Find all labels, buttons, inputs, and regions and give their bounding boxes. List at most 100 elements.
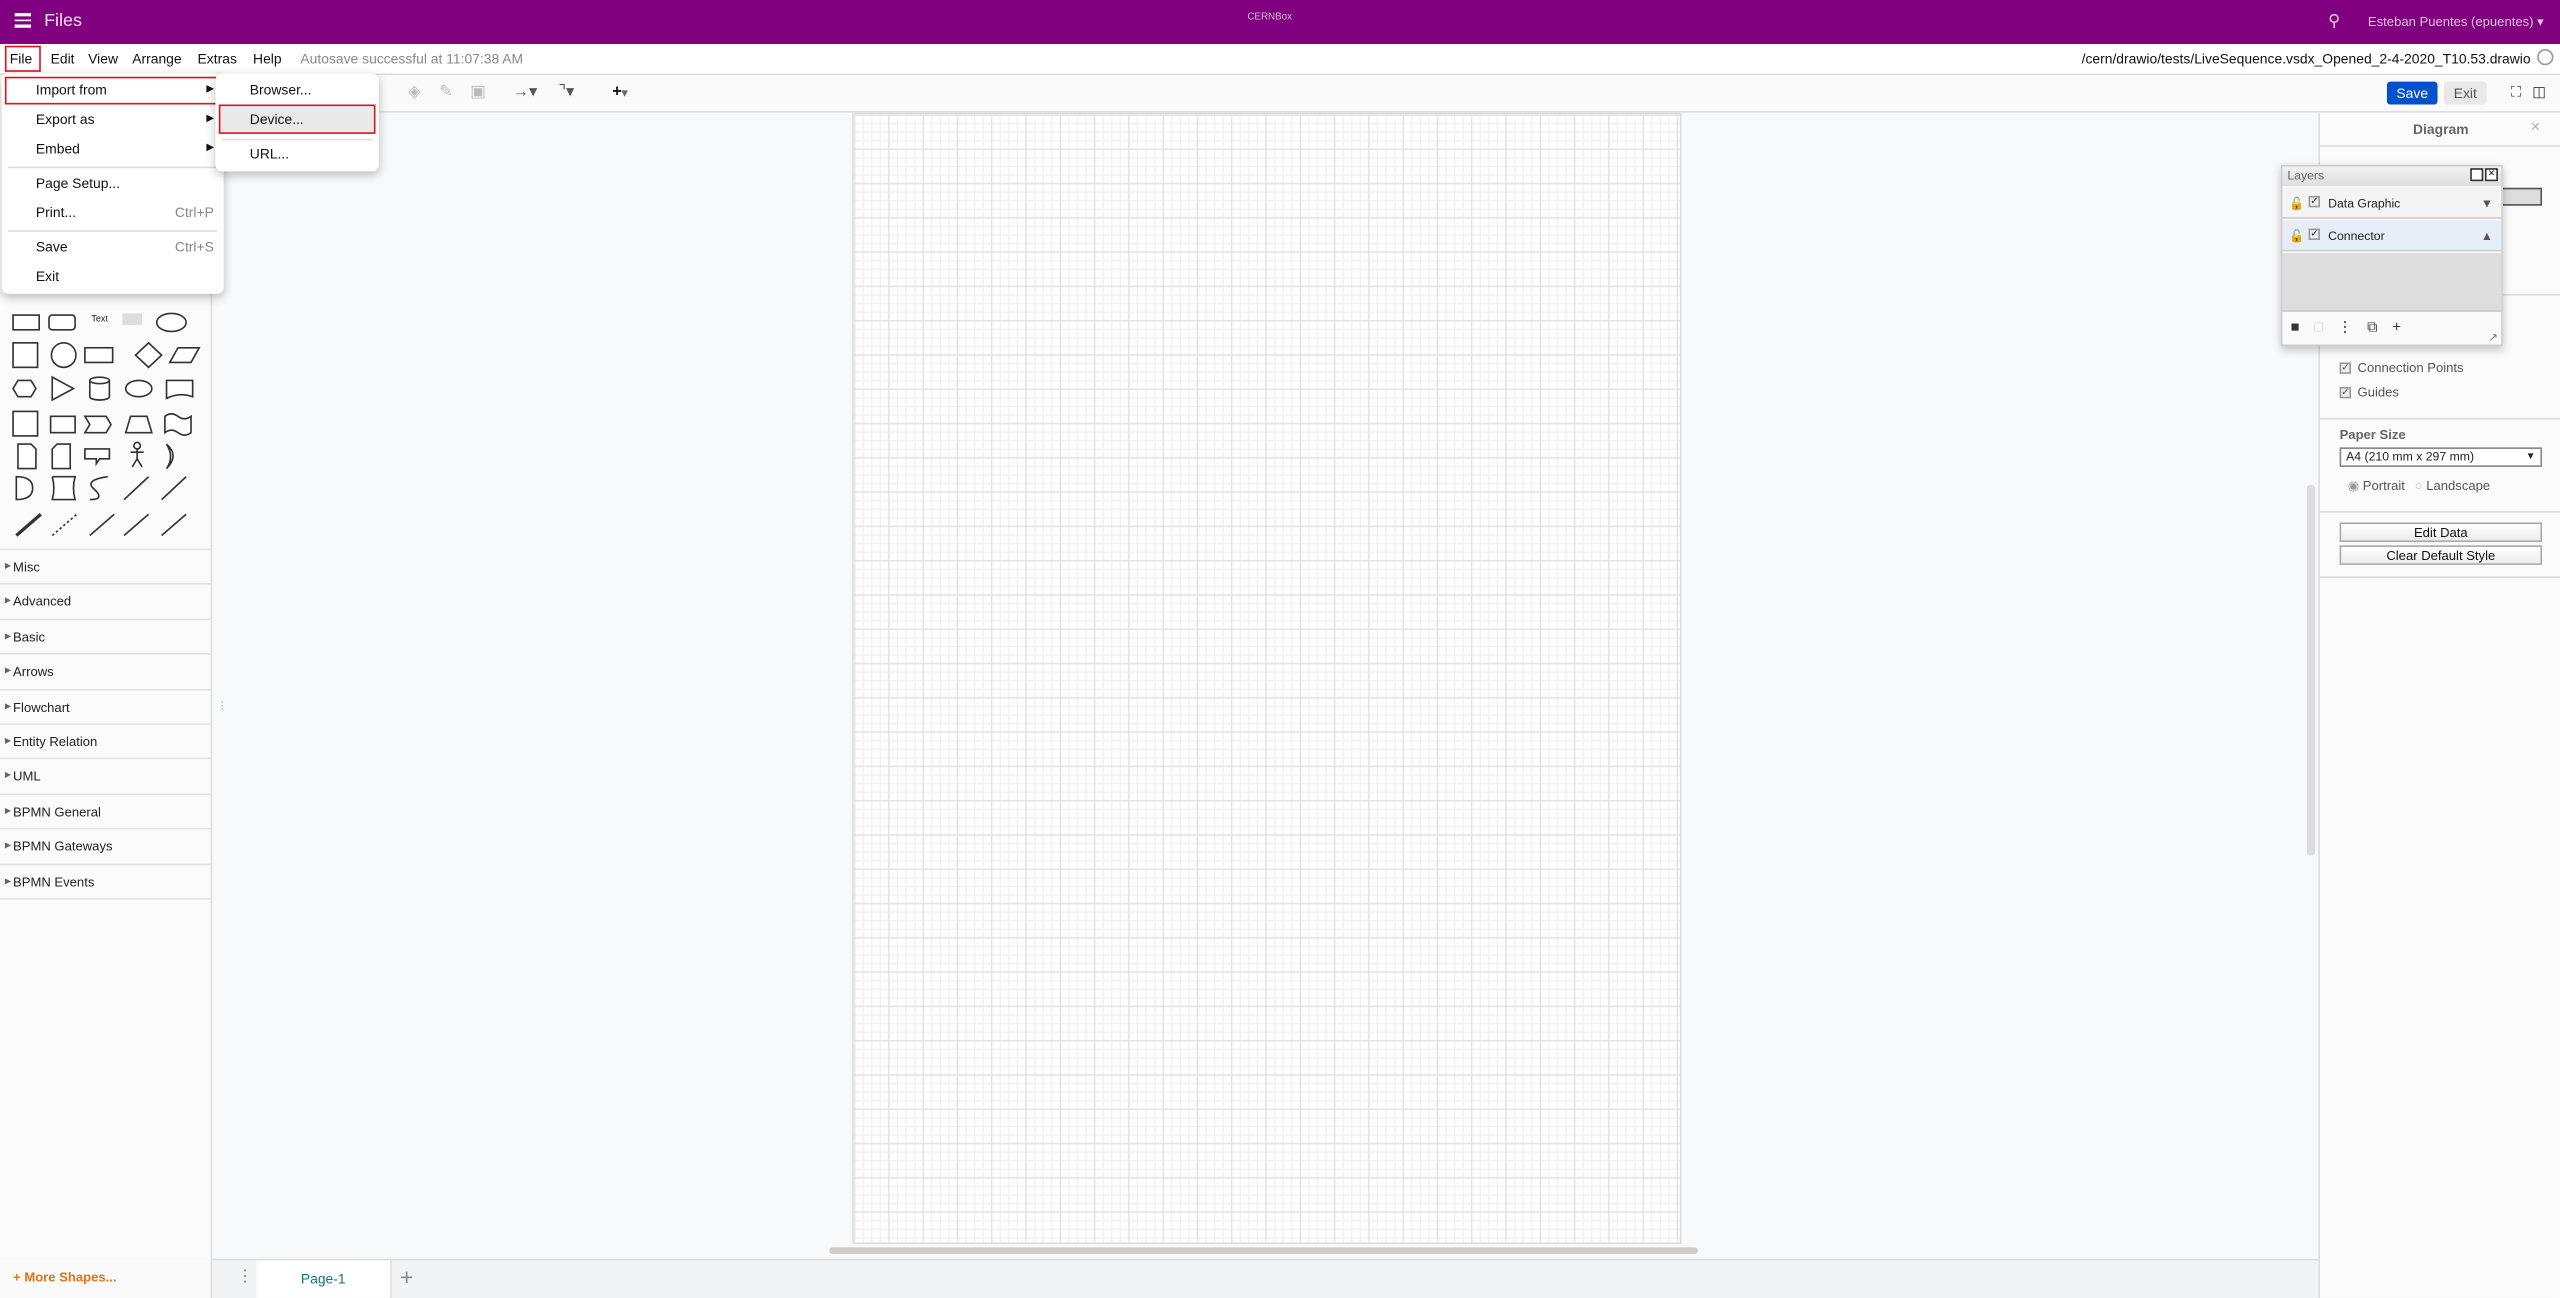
user-menu[interactable]: Esteban Puentes (epuentes) ▾ [2368,15,2544,30]
palette-label: Entity Relation [13,734,98,750]
clear-default-style-button[interactable]: Clear Default Style [2339,545,2543,565]
waypoints-icon[interactable]: ⌝▾ [558,83,574,101]
label: Connection Points [2357,360,2464,376]
insert-plus-icon[interactable]: +▾ [612,83,627,101]
save-button[interactable]: Save [2386,81,2438,105]
menu-item-save[interactable]: Save Ctrl+S [2,233,224,261]
delay-shape [15,475,34,501]
label: Portrait [2362,478,2405,494]
heading-shape [122,313,143,325]
more-options-icon[interactable]: ⋮ [2338,318,2367,334]
palette-label: Advanced [13,594,72,610]
menu-item-page-setup[interactable]: Page Setup... [2,170,224,198]
duplicate-icon[interactable]: ⧉ [2367,318,2392,334]
page-tab[interactable]: Page-1 [256,1260,392,1298]
divider [2319,511,2560,513]
menu-help[interactable]: Help [253,51,282,67]
globe-icon[interactable] [2537,48,2554,66]
link-shape [15,513,42,537]
close-icon[interactable]: × [2484,168,2498,182]
resize-handle-icon[interactable]: ↗ [2488,331,2498,344]
hamburger-menu-icon[interactable] [14,13,32,28]
radio-icon: ○ [2414,478,2423,494]
document-shape [165,379,194,400]
close-icon[interactable]: × [2531,119,2541,137]
more-shapes-button[interactable]: + More Shapes... [0,1258,213,1298]
app-title: Files [44,11,83,32]
add-layer-icon[interactable]: + [2392,318,2415,334]
expand-icon: ▶ [4,701,12,712]
palette-bpmn-events[interactable]: ▶ BPMN Events [0,865,213,900]
move-up-icon[interactable]: ▲ [2481,220,2493,251]
connection-arrow-icon[interactable]: →▾ [513,83,538,101]
connection-points-checkbox[interactable]: ✓ Connection Points [2339,360,2464,376]
palette-misc[interactable]: ▶ Misc [0,550,213,586]
vertical-scrollbar[interactable] [2306,484,2316,856]
diagram-tab[interactable]: Diagram [2319,113,2560,147]
palette-uml[interactable]: ▶ UML [0,760,213,795]
menu-item-export-as[interactable]: Export as ▶ [2,106,224,134]
menu-edit[interactable]: Edit [51,51,75,67]
layer-item[interactable]: 🔓 ✓ Connector ▲ [2282,220,2502,252]
format-panel-icon[interactable]: ◫ [2532,83,2546,101]
paper-size-select[interactable]: A4 (210 mm x 297 mm) ▼ [2339,447,2543,467]
menu-arrange[interactable]: Arrange [132,51,181,67]
cylinder-shape [88,376,111,401]
portrait-radio[interactable]: ◉ Portrait [2348,478,2405,493]
guides-checkbox[interactable]: ✓ Guides [2339,385,2399,400]
unlock-icon[interactable]: 🔓 [2289,220,2304,251]
landscape-radio[interactable]: ○ Landscape [2415,478,2490,493]
layers-title-bar[interactable]: Layers × [2282,166,2502,187]
callout-shape [84,448,111,467]
delete-icon[interactable]: ■ [2291,318,2315,334]
import-submenu: Browser... Device... URL... [215,73,379,172]
label: Print... [35,204,77,221]
visibility-checkbox[interactable]: ✓ [2308,195,2320,208]
palette-entity-relation[interactable]: ▶ Entity Relation [0,725,213,760]
line-color-icon[interactable]: ✎ [439,83,453,101]
background-color-swatch[interactable] [2499,187,2543,206]
menu-extras[interactable]: Extras [198,51,237,67]
palette-label: Misc [13,559,40,575]
menu-item-exit[interactable]: Exit [2,263,224,291]
text-shape[interactable]: Text [91,315,107,325]
fullscreen-icon[interactable]: ⛶ [2511,83,2521,101]
menu-view[interactable]: View [88,51,118,67]
label: Export as [35,111,95,128]
label: Save [35,238,68,255]
palette-bpmn-gateways[interactable]: ▶ BPMN Gateways [0,830,213,865]
expand-icon: ▶ [4,806,12,816]
parallelogram-shape [168,346,201,364]
minimize-icon[interactable] [2470,168,2484,182]
cloud-shape [124,379,153,398]
palette-flowchart[interactable]: ▶ Flowchart [0,690,213,725]
palette-arrows[interactable]: ▶ Arrows [0,655,213,690]
edit-data-button[interactable]: Edit Data [2339,522,2543,543]
palette-bpmn-general[interactable]: ▶ BPMN General [0,795,213,830]
add-page-icon[interactable]: + [400,1264,413,1290]
palette-advanced[interactable]: ▶ Advanced [0,585,213,621]
pages-menu-icon[interactable]: ⋮ [237,1269,253,1287]
fill-color-icon[interactable]: ◈ [408,83,421,101]
search-icon[interactable]: ⚲ [2328,13,2340,31]
menu-item-print[interactable]: Print... Ctrl+P [2,199,224,227]
menu-item-url[interactable]: URL... [216,140,379,168]
layer-item[interactable]: 🔓 ✓ Data Graphic ▼ [2282,187,2502,219]
highlight-device [218,104,376,134]
horizontal-scrollbar[interactable] [829,1247,1698,1254]
menu-item-embed[interactable]: Embed ▶ [2,136,224,164]
visibility-checkbox[interactable]: ✓ [2308,228,2320,240]
menu-item-browser[interactable]: Browser... [216,77,379,105]
unlock-icon[interactable]: 🔓 [2289,188,2304,219]
diagram-canvas[interactable] [223,112,2319,1259]
move-down-icon[interactable]: ▼ [2481,188,2493,219]
diagram-page[interactable] [852,112,1682,1245]
move-selection-icon[interactable]: □ [2314,318,2338,334]
arrow-shape [161,476,187,501]
palette-list: ▶ Misc ▶ Advanced ▶ Basic ▶ Arrows ▶ Flowchar… [0,548,213,900]
exit-button[interactable]: Exit [2444,81,2487,105]
internal-storage-shape [12,410,39,437]
top-bar: Files CERNBox ⚲ Esteban Puentes (epuente… [0,0,2560,45]
shadow-icon[interactable]: ▣ [470,83,485,101]
palette-basic[interactable]: ▶ Basic [0,620,213,655]
